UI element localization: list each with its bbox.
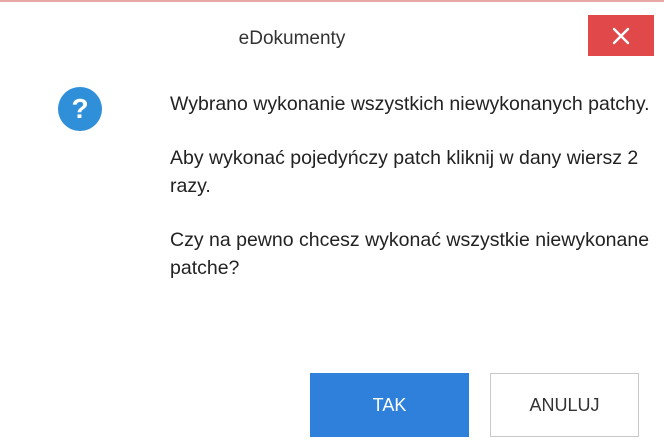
yes-button[interactable]: TAK	[310, 373, 469, 437]
close-icon	[611, 26, 631, 46]
message-line-1: Wybrano wykonanie wszystkich niewykonany…	[170, 93, 650, 115]
confirm-dialog: eDokumenty ? Wybrano wykonanie wszystkic…	[0, 0, 664, 443]
message-line-2: Aby wykonać pojedyńczy patch kliknij w d…	[170, 147, 639, 197]
message-line-3: Czy na pewno chcesz wykonać wszystkie ni…	[170, 229, 650, 279]
top-border	[0, 0, 664, 2]
dialog-title: eDokumenty	[238, 28, 346, 49]
dialog-message: Wybrano wykonanie wszystkich niewykonany…	[170, 90, 650, 308]
cancel-button[interactable]: ANULUJ	[490, 373, 639, 437]
question-icon: ?	[58, 87, 102, 131]
question-glyph: ?	[71, 93, 89, 124]
cancel-button-label: ANULUJ	[529, 394, 600, 415]
yes-button-label: TAK	[372, 394, 407, 415]
close-button[interactable]	[588, 15, 654, 56]
